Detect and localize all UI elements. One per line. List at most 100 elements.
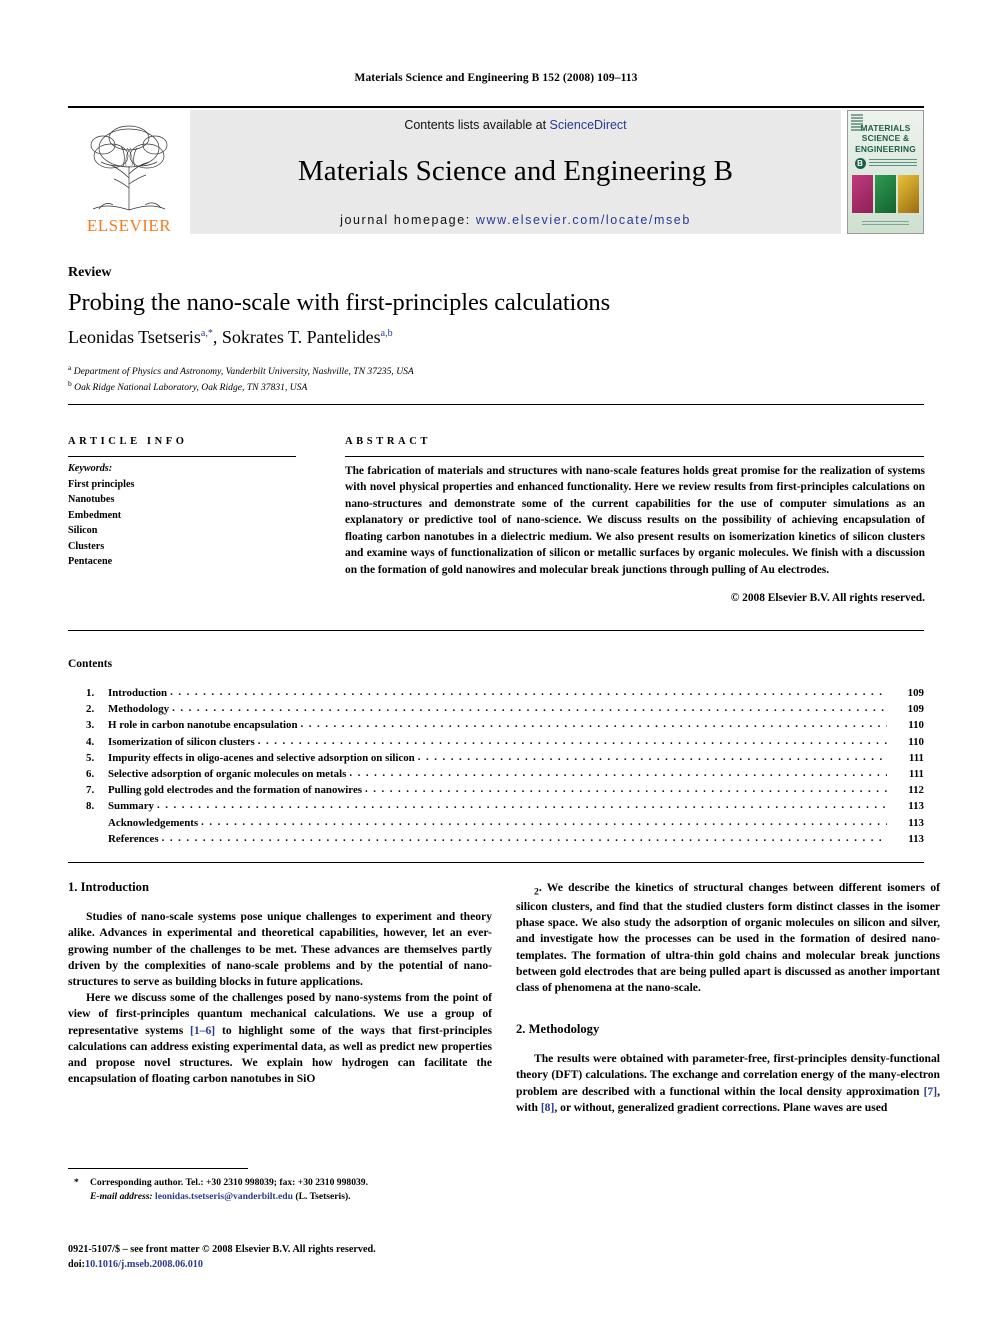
toc-entry[interactable]: 8. Summary . . . . . . . . . . . . . . .… <box>68 800 924 817</box>
toc-entry[interactable]: 2. Methodology . . . . . . . . . . . . .… <box>68 703 924 720</box>
citation-link-1-6[interactable]: [1–6] <box>190 1024 215 1037</box>
homepage-prefix: journal homepage: <box>340 213 476 227</box>
toc-entry[interactable]: 7. Pulling gold electrodes and the forma… <box>68 784 924 801</box>
toc-label[interactable]: Impurity effects in oligo-acenes and sel… <box>108 752 415 764</box>
toc-label[interactable]: Selective adsorption of organic molecule… <box>108 769 346 780</box>
journal-title: Materials Science and Engineering B <box>297 155 734 187</box>
toc-label[interactable]: H role in carbon nanotube encapsulation <box>108 720 298 731</box>
doi-line: doi:10.1016/j.mseb.2008.06.010 <box>68 1258 548 1273</box>
page-title: Probing the nano-scale with first-princi… <box>68 289 610 316</box>
toc-entry[interactable]: Acknowledgements . . . . . . . . . . . .… <box>68 816 924 834</box>
journal-cover-thumbnail: MATERIALS SCIENCE & ENGINEERING B <box>847 110 924 234</box>
toc-entry[interactable]: 5. Impurity effects in oligo-acenes and … <box>68 751 924 769</box>
citation-link-7[interactable]: [7] <box>924 1085 938 1098</box>
toc-number: 3. <box>86 719 95 732</box>
toc-label[interactable]: References <box>108 833 159 845</box>
toc-number: 4. <box>86 735 95 748</box>
affiliation-text-b: Oak Ridge National Laboratory, Oak Ridge… <box>74 382 308 394</box>
toc-entry[interactable]: 6. Selective adsorption of organic molec… <box>68 767 924 785</box>
author-name-2: Sokrates T. Pantelides <box>221 327 381 347</box>
toc-label[interactable]: Introduction <box>108 688 167 699</box>
toc-leader-dots: . . . . . . . . . . . . . . . . . . . . … <box>300 719 887 731</box>
cover-title-line1: MATERIALS <box>860 123 911 133</box>
toc-number: 1. <box>86 687 95 699</box>
toc-number: 5. <box>86 751 95 764</box>
affiliation-b: b Oak Ridge National Laboratory, Oak Rid… <box>68 379 928 395</box>
copyright-line: © 2008 Elsevier B.V. All rights reserved… <box>730 592 925 604</box>
journal-homepage-line: journal homepage: www.elsevier.com/locat… <box>340 213 691 227</box>
toc-number: 6. <box>86 767 95 780</box>
toc-page-number: 113 <box>908 832 924 845</box>
footnote-block: * Corresponding author. Tel.: +30 2310 9… <box>68 1176 498 1205</box>
toc-label[interactable]: Acknowledgements <box>108 817 198 829</box>
author-name-1: Leonidas Tsetseris <box>68 327 201 347</box>
paragraph-method-1-c: , or without, generalized gradient corre… <box>554 1100 888 1114</box>
toc-entry[interactable]: 3. H role in carbon nanotube encapsulati… <box>68 719 924 736</box>
author-marks-2: a,b <box>380 328 393 339</box>
keyword-item: Clusters <box>68 540 105 552</box>
elsevier-wordmark: ELSEVIER <box>86 216 172 235</box>
elsevier-logo: ELSEVIER <box>68 110 190 234</box>
toc-label[interactable]: Isomerization of silicon clusters <box>108 736 255 748</box>
article-info-rule <box>68 456 296 458</box>
abstract-rule <box>345 456 924 458</box>
abstract-heading: ABSTRACT <box>345 436 431 447</box>
affiliation-text-a: Department of Physics and Astronomy, Van… <box>73 366 414 378</box>
toc-page-number: 111 <box>908 767 924 780</box>
toc-label[interactable]: Summary <box>108 801 154 812</box>
paragraph-method-1: The results were obtained with parameter… <box>516 1051 940 1116</box>
toc-page-number: 109 <box>907 687 924 699</box>
toc-leader-dots: . . . . . . . . . . . . . . . . . . . . … <box>365 784 887 796</box>
toc-page-number: 110 <box>908 719 924 732</box>
keywords-label: Keywords: <box>68 463 113 474</box>
email-link[interactable]: leonidas.tsetseris@vanderbilt.edu <box>155 1191 293 1202</box>
journal-header-center: Contents lists available at ScienceDirec… <box>190 110 841 234</box>
toc-page-number: 112 <box>908 784 924 797</box>
toc-leader-dots: . . . . . . . . . . . . . . . . . . . . … <box>257 735 887 747</box>
affiliation-a: a Department of Physics and Astronomy, V… <box>68 363 928 379</box>
homepage-link[interactable]: www.elsevier.com/locate/mseb <box>476 213 691 227</box>
email-address-label: E-mail address: <box>90 1191 153 1203</box>
keyword-item: Pentacene <box>68 556 113 567</box>
keyword-item: Nanotubes <box>68 494 115 505</box>
doi-label: doi: <box>68 1258 85 1270</box>
toc-entry[interactable]: 1. Introduction . . . . . . . . . . . . … <box>68 687 924 704</box>
corresponding-author-note: Corresponding author. Tel.: +30 2310 998… <box>90 1177 368 1188</box>
cover-swatches <box>852 174 919 213</box>
keywords-block: Keywords: First principles Nanotubes Emb… <box>68 461 308 570</box>
issn-copyright-line: 0921-5107/$ – see front matter © 2008 El… <box>68 1244 376 1255</box>
toc-leader-dots: . . . . . . . . . . . . . . . . . . . . … <box>201 816 887 828</box>
front-matter-block: 0921-5107/$ – see front matter © 2008 El… <box>68 1243 548 1273</box>
footnote-body: Corresponding author. Tel.: +30 2310 998… <box>68 1176 498 1205</box>
email-owner: (L. Tsetseris). <box>295 1191 351 1203</box>
citation-link-8[interactable]: [8] <box>541 1101 555 1114</box>
contents-heading: Contents <box>68 658 113 670</box>
doi-link[interactable]: 10.1016/j.mseb.2008.06.010 <box>85 1259 203 1270</box>
toc-number: 2. <box>86 703 95 716</box>
article-type-label: Review <box>68 265 112 280</box>
body-column-right: 2. We describe the kinetics of structura… <box>516 880 940 1116</box>
toc-label[interactable]: Pulling gold electrodes and the formatio… <box>108 785 362 796</box>
toc-leader-dots: . . . . . . . . . . . . . . . . . . . . … <box>349 767 887 779</box>
toc-entry[interactable]: References . . . . . . . . . . . . . . .… <box>68 832 924 850</box>
affiliations: a Department of Physics and Astronomy, V… <box>68 363 928 395</box>
paragraph-intro-2-c: . We describe the kinetics of structural… <box>516 881 940 994</box>
toc-page-number: 113 <box>908 816 924 829</box>
affiliation-mark-b: b <box>68 379 72 389</box>
cover-title-line3: ENGINEERING <box>855 143 916 154</box>
toc-leader-dots: . . . . . . . . . . . . . . . . . . . . … <box>170 687 887 698</box>
toc-label[interactable]: Methodology <box>108 704 169 715</box>
cover-title-line2: SCIENCE & <box>861 133 910 144</box>
article-info-heading: ARTICLE INFO <box>68 436 188 447</box>
cover-elsevier-mark-icon <box>851 114 863 131</box>
keyword-item: First principles <box>68 478 135 490</box>
sciencedirect-link[interactable]: ScienceDirect <box>550 118 627 132</box>
section-heading-methodology: 2. Methodology <box>516 1022 600 1037</box>
toc-leader-dots: . . . . . . . . . . . . . . . . . . . . … <box>417 751 887 763</box>
toc-leader-dots: . . . . . . . . . . . . . . . . . . . . … <box>156 800 887 812</box>
toc-leader-dots: . . . . . . . . . . . . . . . . . . . . … <box>161 832 887 844</box>
toc-page-number: 109 <box>907 703 924 716</box>
affiliation-mark-a: a <box>68 363 72 372</box>
divider-under-abstract <box>68 630 924 631</box>
toc-entry[interactable]: 4. Isomerization of silicon clusters . .… <box>68 735 924 753</box>
